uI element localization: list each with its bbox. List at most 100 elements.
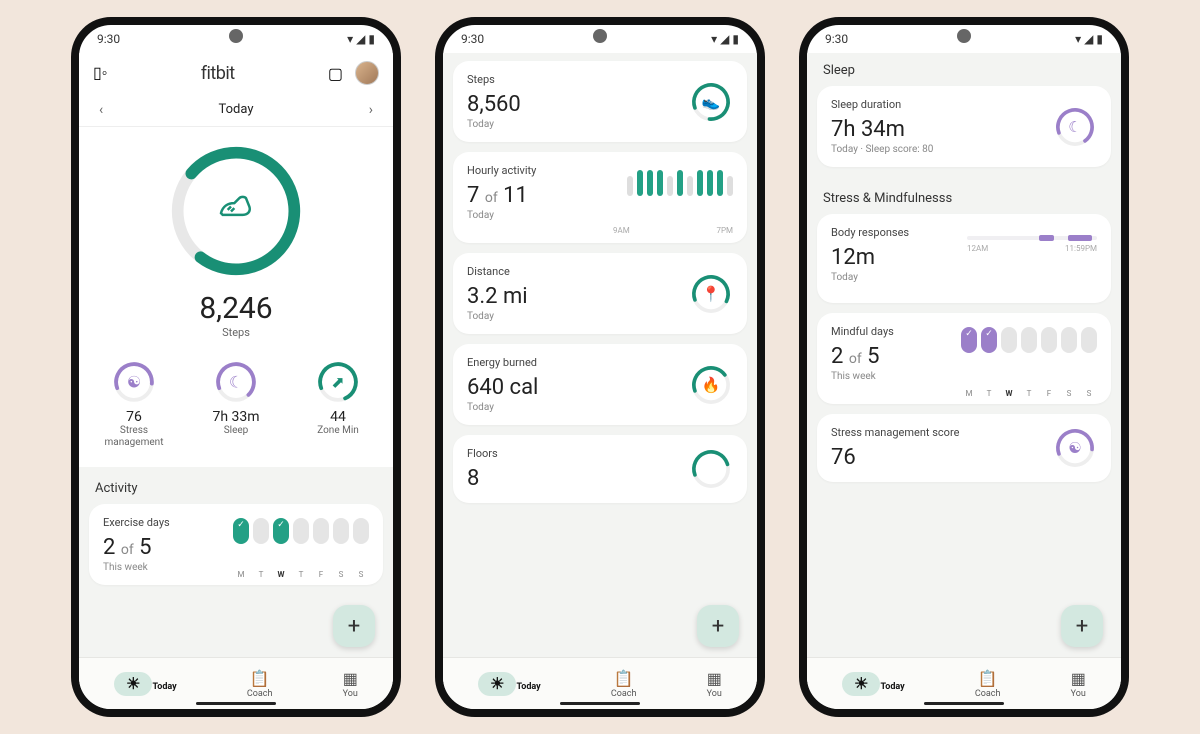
phone-2: 9:30 ▾◢▮ Steps 8,560 Today 👟 Hourly acti… [435,17,765,717]
status-time: 9:30 [461,32,484,46]
fab-add[interactable]: + [333,605,375,647]
section-activity: Activity [89,467,383,504]
home-indicator [196,702,276,705]
camera-notch [957,29,971,43]
mindful-day-pills [961,327,1097,353]
fab-add[interactable]: + [697,605,739,647]
sunrise-icon: ☀ [126,674,140,693]
wifi-icon: ▾ [347,32,353,46]
flame-icon: 🔥 [702,376,721,394]
exercise-days-b: 5 [139,535,151,560]
status-icons: ▾ ◢ ▮ [347,32,375,46]
grid-icon: ▦ [1071,669,1086,688]
day-selector: ‹ Today › [79,93,393,127]
nav-you[interactable]: ▦You [707,669,722,699]
nav-coach[interactable]: 📋Coach [611,669,637,699]
metric-sleep[interactable]: ☾ 7h 33m Sleep [186,359,287,449]
sunrise-icon: ☀ [854,674,868,693]
card-energy[interactable]: Energy burned 640 cal Today 🔥 [453,344,747,425]
clipboard-icon: 📋 [247,669,273,688]
hero-steps-value: 8,246 [79,291,393,326]
shoe-icon [216,187,256,236]
section-sleep: Sleep [817,57,1111,86]
clipboard-icon: 📋 [611,669,637,688]
nav-you[interactable]: ▦You [1071,669,1086,699]
nav-today[interactable]: ☀Today [478,672,541,696]
status-time: 9:30 [825,32,848,46]
stress-icon: ☯ [127,373,141,392]
battery-icon: ▮ [368,32,375,46]
exercise-day-labels: MTWTFSS [233,570,369,579]
mindful-sub: This week [831,371,1097,382]
sunrise-icon: ☀ [490,674,504,693]
hourly-bars [627,170,733,196]
clipboard-icon: 📋 [975,669,1001,688]
body-resp-timeline: 12AM11:59PM [967,236,1097,253]
camera-notch [593,29,607,43]
card-body-responses[interactable]: Body responses 12m Today 12AM11:59PM [817,214,1111,303]
chat-icon[interactable]: ▢ [328,64,343,83]
plus-icon: + [1076,614,1088,639]
signal-icon: ◢ [356,32,365,46]
status-time: 9:30 [97,32,120,46]
card-exercise-days[interactable]: Exercise days 2 of 5 This week MTWTFSS [89,504,383,585]
card-sleep-duration[interactable]: Sleep duration 7h 34m Today · Sleep scor… [817,86,1111,167]
day-label: Today [218,102,253,117]
card-steps[interactable]: Steps 8,560 Today 👟 [453,61,747,142]
zone-icon: ⬈ [331,373,344,392]
brand-logo: fitbit [201,63,235,84]
moon-icon: ☾ [229,373,243,392]
metric-stress[interactable]: ☯ 76 Stressmanagement [84,359,185,449]
plus-icon: + [712,614,724,639]
card-mindful-days[interactable]: Mindful days 2 of 5 This week MTWTFSS [817,313,1111,404]
hero-steps-label: Steps [79,326,393,339]
pin-icon: 📍 [702,285,721,303]
chevron-left-icon[interactable]: ‹ [99,102,103,118]
card-distance[interactable]: Distance 3.2 mi Today 📍 [453,253,747,334]
nav-today[interactable]: ☀Today [114,672,177,696]
moon-icon: ☾ [1068,118,1081,136]
shoe-icon: 👟 [702,93,721,111]
metric-zone[interactable]: ⬈ 44 Zone Min [288,359,389,449]
metric-sleep-label: Sleep [186,425,287,437]
exercise-day-pills [233,518,369,544]
card-stress-score[interactable]: Stress management score 76 ☯ [817,414,1111,482]
status-bar: 9:30 ▾◢▮ [443,25,757,53]
phone-1: 9:30 ▾ ◢ ▮ ▯◦ fitbit ▢ ‹ Today › [71,17,401,717]
nav-you[interactable]: ▦You [343,669,358,699]
metric-row: ☯ 76 Stressmanagement ☾ 7h 33m Sleep ⬈ 4… [79,347,393,467]
hero-steps[interactable]: 8,246 Steps [79,127,393,347]
body-resp-sub: Today [831,272,1097,283]
status-icons: ▾◢▮ [1075,32,1103,46]
nav-today[interactable]: ☀Today [842,672,905,696]
metric-sleep-value: 7h 33m [186,409,287,425]
metric-stress-value: 76 [84,409,185,425]
topbar: ▯◦ fitbit ▢ [79,53,393,93]
hourly-labels: 9AM7PM [613,226,733,235]
chevron-right-icon[interactable]: › [369,102,373,118]
plus-icon: + [348,614,360,639]
card-floors[interactable]: Floors 8 [453,435,747,503]
mindful-day-labels: MTWTFSS [961,389,1097,398]
home-indicator [560,702,640,705]
grid-icon: ▦ [343,669,358,688]
metric-stress-label: Stressmanagement [84,425,185,449]
avatar[interactable] [355,61,379,85]
metric-zone-value: 44 [288,409,389,425]
grid-icon: ▦ [707,669,722,688]
metric-zone-label: Zone Min [288,425,389,437]
nav-coach[interactable]: 📋Coach [975,669,1001,699]
nav-coach[interactable]: 📋Coach [247,669,273,699]
stress-icon: ☯ [1068,439,1081,457]
status-bar: 9:30 ▾◢▮ [807,25,1121,53]
phone-3: 9:30 ▾◢▮ Sleep Sleep duration 7h 34m Tod… [799,17,1129,717]
hourly-sub: Today [467,210,733,221]
card-hourly[interactable]: Hourly activity 7 of 11 Today 9AM7PM [453,152,747,243]
section-stress: Stress & Mindfulnesss [817,177,1111,214]
fab-add[interactable]: + [1061,605,1103,647]
exercise-days-a: 2 [103,535,115,560]
status-icons: ▾◢▮ [711,32,739,46]
home-indicator [924,702,1004,705]
steps-ring [166,141,306,281]
device-icon[interactable]: ▯◦ [93,63,107,83]
